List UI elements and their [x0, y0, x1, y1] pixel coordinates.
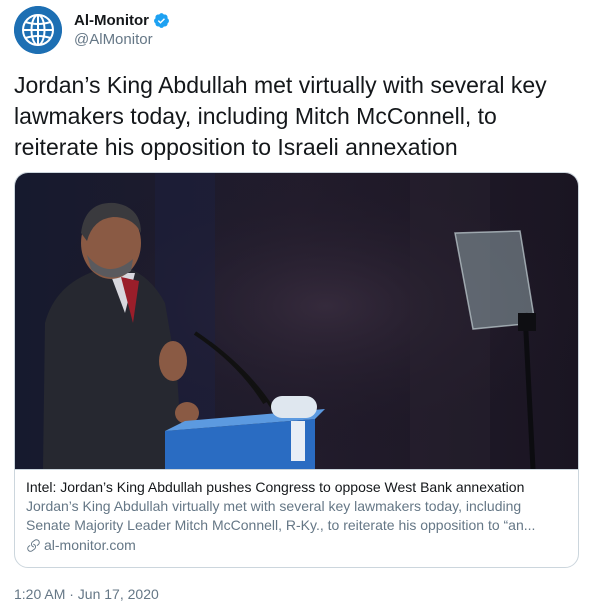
author-handle[interactable]: @AlMonitor	[74, 30, 170, 49]
card-domain-text: al-monitor.com	[44, 537, 136, 553]
tweet: Al-Monitor @AlMonitor Jordan’s King Abdu…	[0, 0, 597, 607]
link-icon	[27, 539, 40, 552]
author-names: Al-Monitor @AlMonitor	[74, 11, 170, 49]
author-display-name[interactable]: Al-Monitor	[74, 11, 149, 30]
avatar[interactable]	[14, 6, 62, 54]
card-body: Intel: Jordan’s King Abdullah pushes Con…	[15, 469, 578, 567]
tweet-header: Al-Monitor @AlMonitor	[14, 6, 170, 54]
card-domain: al-monitor.com	[26, 536, 569, 555]
card-description: Jordan’s King Abdullah virtually met wit…	[26, 498, 536, 533]
name-row: Al-Monitor	[74, 11, 170, 30]
verified-badge-icon	[154, 13, 169, 28]
link-card[interactable]: Intel: Jordan’s King Abdullah pushes Con…	[14, 172, 579, 568]
tweet-text: Jordan’s King Abdullah met virtually wit…	[14, 72, 547, 160]
card-image[interactable]	[15, 173, 579, 469]
globe-logo-icon	[14, 6, 62, 54]
card-title: Intel: Jordan’s King Abdullah pushes Con…	[26, 479, 525, 495]
tweet-timestamp[interactable]: 1:20 AM · Jun 17, 2020	[14, 586, 159, 602]
